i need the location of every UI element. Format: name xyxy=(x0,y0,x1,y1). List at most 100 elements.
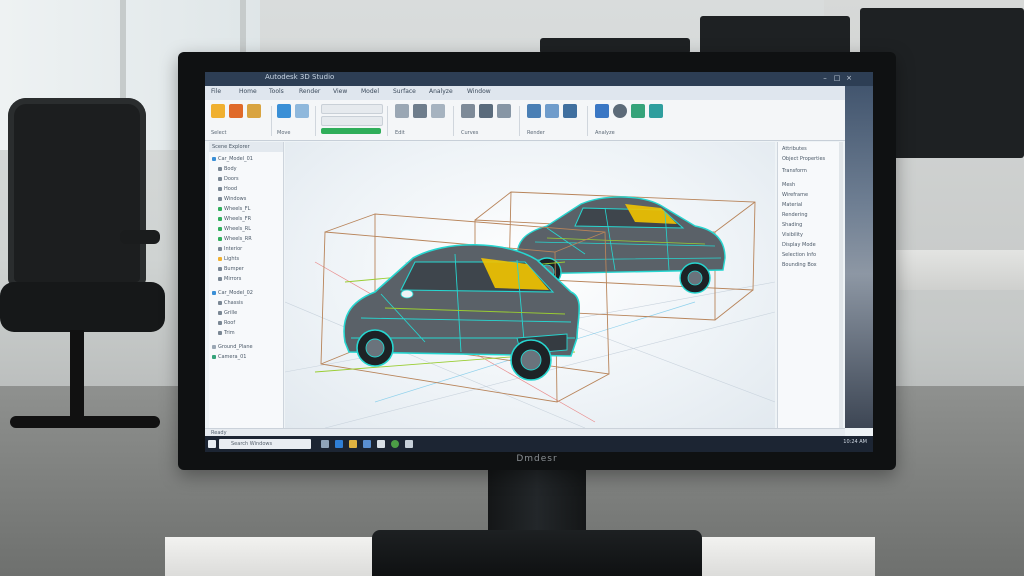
tree-item[interactable]: Car_Model_01 xyxy=(212,156,253,163)
plane-icon xyxy=(212,344,216,349)
tab-analyze[interactable]: Analyze xyxy=(429,88,453,95)
prop-item[interactable]: Wireframe xyxy=(782,192,808,199)
tree-item[interactable]: Mirrors xyxy=(218,276,241,283)
tab-home[interactable]: Home xyxy=(239,88,257,95)
office-chair-arm xyxy=(120,230,160,244)
rotate-tool-icon[interactable] xyxy=(247,104,261,118)
mesh-icon xyxy=(218,246,222,251)
prop-item[interactable]: Transform xyxy=(782,168,807,175)
display-tool-icon[interactable] xyxy=(277,104,291,118)
desktop-wallpaper xyxy=(845,86,873,428)
tree-item[interactable]: Wheels_FR xyxy=(218,216,251,223)
tab-surface[interactable]: Surface xyxy=(393,88,416,95)
tab-window[interactable]: Window xyxy=(467,88,491,95)
tree-item[interactable]: Chassis xyxy=(218,300,243,307)
properties-scrollbar[interactable] xyxy=(839,142,843,428)
tree-item[interactable]: Roof xyxy=(218,320,235,327)
mesh-icon xyxy=(218,186,222,191)
app-titlebar: Autodesk 3D Studio – □ × xyxy=(205,72,873,86)
tree-item[interactable]: Car_Model_02 xyxy=(212,290,253,297)
prop-item[interactable]: Bounding Box xyxy=(782,262,817,269)
edge-icon[interactable] xyxy=(335,440,343,448)
maximize-icon[interactable]: □ xyxy=(833,74,841,82)
tree-item[interactable]: Doors xyxy=(218,176,239,183)
edit-tool-icon[interactable] xyxy=(395,104,409,118)
light-tool-icon[interactable] xyxy=(563,104,577,118)
tree-item[interactable]: Lights xyxy=(218,256,239,263)
tree-item[interactable]: Wheels_RR xyxy=(218,236,252,243)
ribbon-group-label: Curves xyxy=(461,130,479,136)
mesh-icon xyxy=(218,330,222,335)
start-icon[interactable] xyxy=(208,440,216,448)
app-icon[interactable] xyxy=(377,440,385,448)
prop-item[interactable]: Attributes xyxy=(782,146,807,153)
windows-taskbar: Search Windows 10:24 AM xyxy=(205,436,873,452)
wire-tool-icon[interactable] xyxy=(497,104,511,118)
task-view-icon[interactable] xyxy=(321,440,329,448)
app-icon[interactable] xyxy=(405,440,413,448)
tree-item[interactable]: Body xyxy=(218,166,237,173)
side-mirror xyxy=(400,289,414,299)
tab-tools[interactable]: Tools xyxy=(269,88,284,95)
tab-render[interactable]: Render xyxy=(299,88,320,95)
monitor-screen: Autodesk 3D Studio – □ × File Home Tools… xyxy=(205,72,873,452)
prop-item[interactable]: Material xyxy=(782,202,802,209)
material-tool-icon[interactable] xyxy=(545,104,559,118)
3d-viewport[interactable] xyxy=(285,142,775,428)
surfaces-tool-icon[interactable] xyxy=(431,104,445,118)
tree-item[interactable]: Wheels_FL xyxy=(218,206,250,213)
tree-item[interactable]: Wheels_RL xyxy=(218,226,251,233)
tree-item[interactable]: Bumper xyxy=(218,266,244,273)
measure-tool-icon[interactable] xyxy=(649,104,663,118)
tree-item[interactable]: Camera_01 xyxy=(212,354,246,361)
clock: 10:24 AM xyxy=(843,439,867,445)
snap-field[interactable] xyxy=(321,116,383,126)
tree-item[interactable]: Hood xyxy=(218,186,237,193)
object-icon xyxy=(212,156,216,161)
tree-item[interactable]: Trim xyxy=(218,330,235,337)
grid-tool-icon[interactable] xyxy=(461,104,475,118)
curves-tool-icon[interactable] xyxy=(413,104,427,118)
background-monitor xyxy=(700,16,850,56)
properties-panel: Attributes Object Properties Transform M… xyxy=(777,142,842,428)
tab-file[interactable]: File xyxy=(211,88,221,95)
mesh-tool-icon[interactable] xyxy=(479,104,493,118)
ribbon-group-label: Select xyxy=(211,130,227,136)
prop-item[interactable]: Display Mode xyxy=(782,242,816,249)
tab-view[interactable]: View xyxy=(333,88,347,95)
file-explorer-icon[interactable] xyxy=(349,440,357,448)
analyze-tool-icon[interactable] xyxy=(595,104,609,118)
tab-model[interactable]: Model xyxy=(361,88,379,95)
check-tool-icon[interactable] xyxy=(631,104,645,118)
prop-item[interactable]: Visibility xyxy=(782,232,803,239)
tree-item[interactable]: Interior xyxy=(218,246,242,253)
move-tool-icon[interactable] xyxy=(229,104,243,118)
close-icon[interactable]: × xyxy=(845,74,853,82)
layer-tool-icon[interactable] xyxy=(295,104,309,118)
mesh-icon xyxy=(218,276,222,281)
minimize-icon[interactable]: – xyxy=(821,74,829,82)
ribbon-separator xyxy=(519,106,520,136)
office-chair-back xyxy=(8,98,146,288)
ribbon-group-label: Edit xyxy=(395,130,405,136)
ribbon-toolbar: Select Move Edit Curves Render Analyze xyxy=(205,100,845,141)
prop-item[interactable]: Rendering xyxy=(782,212,808,219)
tree-item[interactable]: Ground_Plane xyxy=(212,344,253,351)
ribbon-separator xyxy=(587,106,588,136)
select-tool-icon[interactable] xyxy=(211,104,225,118)
render-tool-icon[interactable] xyxy=(527,104,541,118)
store-icon[interactable] xyxy=(363,440,371,448)
prop-item[interactable]: Object Properties xyxy=(782,156,825,163)
taskbar-search-box[interactable]: Search Windows xyxy=(219,439,311,449)
ribbon-separator xyxy=(453,106,454,136)
prop-item[interactable]: Shading xyxy=(782,222,802,229)
prop-item[interactable]: Mesh xyxy=(782,182,795,189)
tree-item[interactable]: Windows xyxy=(218,196,246,203)
tree-item[interactable]: Grille xyxy=(218,310,237,317)
prop-item[interactable]: Selection Info xyxy=(782,252,816,259)
snap-field[interactable] xyxy=(321,104,383,114)
snap-status-bar xyxy=(321,128,381,134)
scene-explorer-title: Scene Explorer xyxy=(209,142,283,152)
sphere-tool-icon[interactable] xyxy=(613,104,627,118)
chrome-icon[interactable] xyxy=(391,440,399,448)
